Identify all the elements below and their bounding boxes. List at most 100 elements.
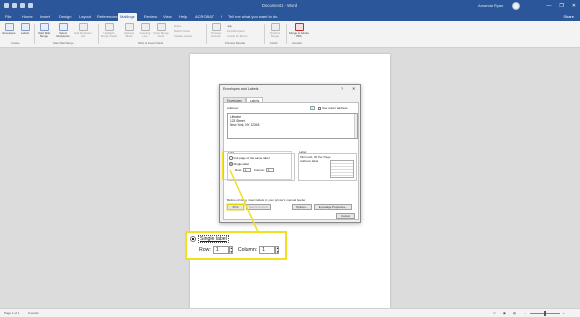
greeting-icon: [140, 23, 150, 31]
merge-to-adobe-pdf-button[interactable]: Merge to Adobe PDF: [289, 23, 309, 39]
page-count[interactable]: Page 1 of 1: [4, 311, 19, 315]
mail-merge-icon: [39, 23, 49, 31]
callout-row-spinner[interactable]: 1: [212, 246, 229, 254]
highlight-icon: [104, 23, 114, 31]
tab-home[interactable]: Home: [20, 13, 35, 21]
address-textarea[interactable]: Lifewire 123 Street New York, NY 12345: [227, 113, 358, 139]
address-scrollbar[interactable]: [354, 114, 357, 138]
callout-row-column-controls: Row: 1 ▲ ▼ Column: 1 ▲ ▼: [199, 246, 280, 254]
merge-to-adobe-pdf-label: Merge to Adobe PDF: [289, 31, 309, 38]
label-heading: Label: [299, 150, 307, 154]
tab-review[interactable]: Review: [142, 13, 159, 21]
tab-insert[interactable]: Insert: [38, 13, 52, 21]
manual-feed-note: Before printing, insert labels in your p…: [227, 198, 307, 202]
group-divider: [286, 24, 287, 44]
word-count[interactable]: 0 words: [28, 311, 39, 315]
zoom-slider-thumb[interactable]: [544, 311, 546, 316]
callout-column-spinner[interactable]: 1: [259, 246, 276, 254]
user-name[interactable]: Amanda Ryan: [478, 3, 503, 8]
close-button[interactable]: ✕: [572, 2, 576, 10]
tell-me-search[interactable]: Tell me what you want to do: [226, 13, 279, 21]
group-label-create: Create: [11, 41, 20, 45]
tab-references[interactable]: References: [95, 13, 119, 21]
share-button[interactable]: Share: [563, 13, 574, 21]
epostage-properties-button[interactable]: E-postage Properties...: [314, 204, 352, 210]
callout-single-label-text: Single label: [198, 235, 229, 243]
insert-merge-field-label: Insert Merge Field: [153, 31, 169, 38]
ribbon: Envelopes Labels Start Mail Merge Select…: [0, 21, 580, 48]
labels-button[interactable]: Labels: [18, 23, 32, 39]
web-layout-icon[interactable]: ▤: [513, 311, 516, 315]
find-recipient-button[interactable]: Find Recipient: [227, 29, 245, 33]
start-mail-merge-label: Start Mail Merge: [38, 31, 50, 38]
start-mail-merge-button[interactable]: Start Mail Merge: [37, 23, 51, 39]
label-preview-image[interactable]: [330, 160, 354, 178]
edit-recipient-list-button[interactable]: Edit Recipient List: [74, 23, 92, 39]
cancel-button[interactable]: Cancel: [336, 213, 355, 219]
callout-single-label-radio[interactable]: Single label: [190, 235, 229, 243]
avatar[interactable]: [512, 2, 520, 10]
quick-access-toolbar: [4, 3, 33, 8]
highlight-outline: [222, 151, 292, 180]
read-mode-icon[interactable]: ▭: [493, 311, 496, 315]
tab-mailings[interactable]: Mailings: [118, 13, 137, 21]
label-icon: [20, 23, 30, 31]
new-document-button[interactable]: New Document: [246, 204, 271, 210]
insert-merge-field-button[interactable]: Insert Merge Field: [153, 23, 169, 39]
finish-merge-icon: [270, 23, 280, 31]
match-fields-button[interactable]: Match Fields: [174, 29, 190, 33]
group-divider: [264, 24, 265, 44]
greeting-line-button[interactable]: Greeting Line: [138, 23, 152, 39]
zoomed-callout: Single label Row: 1 ▲ ▼ Column: 1 ▲ ▼: [185, 231, 287, 260]
group-label-finish: Finish: [270, 41, 278, 45]
check-for-errors-button[interactable]: Check for Errors: [227, 34, 247, 38]
print-button[interactable]: Print: [227, 204, 244, 210]
use-return-address-checkbox[interactable]: Use return address: [318, 106, 348, 110]
envelopes-label: Envelopes: [2, 31, 16, 35]
edit-list-icon: [78, 23, 88, 31]
envelopes-button[interactable]: Envelopes: [2, 23, 16, 39]
minimize-button[interactable]: —: [546, 2, 551, 10]
tab-help[interactable]: Help: [177, 13, 189, 21]
save-icon[interactable]: [4, 3, 9, 8]
group-divider: [34, 24, 35, 44]
spinner-arrows-icon[interactable]: ▲ ▼: [228, 246, 233, 254]
finish-merge-button[interactable]: Finish & Merge: [268, 23, 282, 39]
update-labels-button[interactable]: Update Labels: [174, 34, 192, 38]
tab-acrobat[interactable]: ACROBAT: [193, 13, 216, 21]
address-book-icon[interactable]: [310, 106, 315, 110]
record-navigation[interactable]: ◀ ▶: [227, 24, 232, 28]
lightbulb-icon: ♀: [220, 14, 223, 19]
callout-row-label: Row:: [199, 247, 211, 253]
tab-view[interactable]: View: [161, 13, 174, 21]
select-recipients-label: Select Recipients: [56, 31, 70, 38]
spinner-arrows-icon[interactable]: ▲ ▼: [275, 246, 280, 254]
zoom-in-icon[interactable]: +: [563, 311, 565, 315]
group-label-start-mail-merge: Start Mail Merge: [53, 41, 74, 45]
tab-layout[interactable]: Layout: [77, 13, 93, 21]
callout-column-label: Column:: [237, 247, 258, 253]
highlight-merge-fields-button[interactable]: Highlight Merge Fields: [101, 23, 117, 39]
ribbon-tabs: File Home Insert Design Layout Reference…: [0, 12, 580, 21]
group-label-acrobat: Acrobat: [292, 41, 302, 45]
customize-icon[interactable]: [28, 3, 33, 8]
zoom-out-icon[interactable]: –: [524, 311, 526, 315]
select-recipients-button[interactable]: Select Recipients: [56, 23, 70, 39]
tab-file[interactable]: File: [3, 13, 13, 21]
rules-button[interactable]: Rules: [174, 24, 181, 28]
tab-design[interactable]: Design: [57, 13, 73, 21]
address-block-button[interactable]: Address Block: [122, 23, 136, 39]
use-return-address-label: Use return address: [322, 106, 348, 110]
preview-results-button[interactable]: Preview Results: [209, 23, 223, 39]
restore-button[interactable]: ❐: [559, 2, 563, 10]
redo-icon[interactable]: [20, 3, 25, 8]
print-layout-icon[interactable]: ▣: [503, 311, 506, 315]
options-button[interactable]: Options...: [292, 204, 312, 210]
dialog-close-button[interactable]: ✕: [352, 86, 355, 91]
envelope-icon: [4, 23, 14, 31]
group-label-preview-results: Preview Results: [225, 41, 246, 45]
address-block-icon: [124, 23, 134, 31]
undo-icon[interactable]: [12, 3, 17, 8]
group-divider: [98, 24, 99, 44]
help-button[interactable]: ?: [341, 87, 343, 91]
